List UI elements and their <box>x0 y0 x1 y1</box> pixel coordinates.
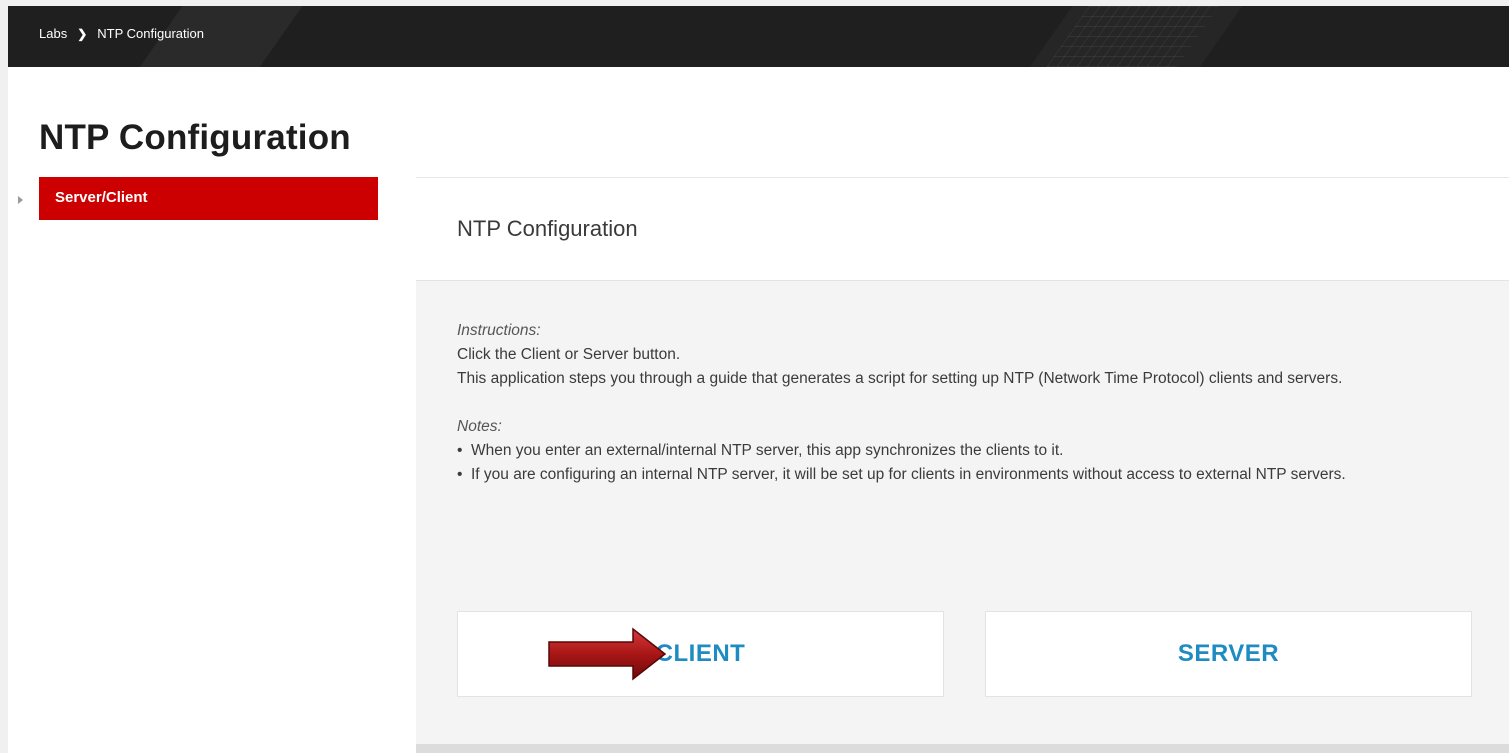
caret-right-icon[interactable] <box>18 196 23 204</box>
role-buttons: CLIENT SERVER <box>457 611 1477 699</box>
breadcrumb-link-labs[interactable]: Labs <box>39 26 67 41</box>
notes-list: When you enter an external/internal NTP … <box>457 439 1509 487</box>
notes-label: Notes: <box>457 418 502 435</box>
panel-header: NTP Configuration <box>416 178 1509 281</box>
main-panel: NTP Configuration Instructions: Click th… <box>416 177 1509 753</box>
page-title: NTP Configuration <box>39 118 351 157</box>
server-button[interactable]: SERVER <box>985 611 1472 697</box>
chevron-right-icon: ❯ <box>77 26 88 41</box>
breadcrumb-current: NTP Configuration <box>97 26 204 41</box>
breadcrumb: Labs ❯ NTP Configuration <box>39 26 204 41</box>
panel-body: Instructions: Click the Client or Server… <box>416 281 1509 487</box>
panel-bottom-border <box>416 744 1509 753</box>
page-frame: Labs ❯ NTP Configuration NTP Configurati… <box>0 0 1509 753</box>
client-button-label: CLIENT <box>655 640 746 667</box>
panel-title: NTP Configuration <box>457 216 638 241</box>
instructions-line: Click the Client or Server button. <box>457 346 681 363</box>
instructions-label: Instructions: <box>457 322 541 339</box>
server-button-label: SERVER <box>1177 640 1280 667</box>
sidebar-item-server-client[interactable]: Server/Client <box>39 177 378 220</box>
list-item: When you enter an external/internal NTP … <box>457 439 1471 463</box>
sidebar-item-label: Server/Client <box>55 189 148 206</box>
client-button[interactable]: CLIENT <box>457 611 944 697</box>
list-item: If you are configuring an internal NTP s… <box>457 463 1471 487</box>
instructions-line: This application steps you through a gui… <box>457 370 1343 387</box>
top-navigation-bar: Labs ❯ NTP Configuration <box>8 6 1509 67</box>
